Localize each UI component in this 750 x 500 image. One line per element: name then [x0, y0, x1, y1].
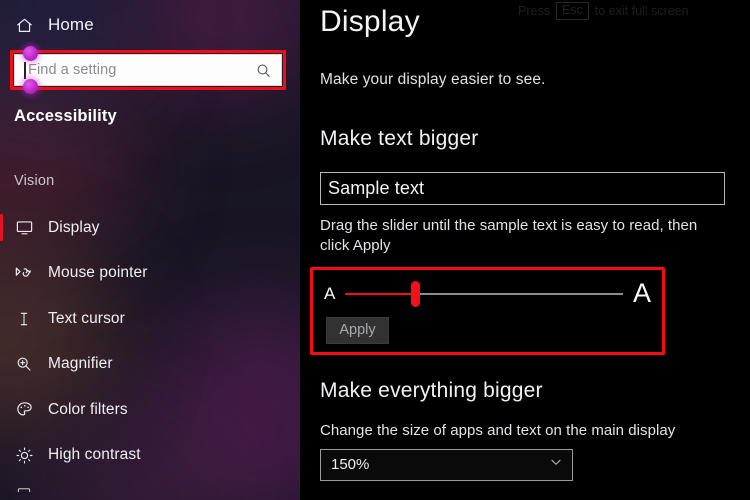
- sidebar-group-label: Vision: [14, 173, 55, 189]
- scale-dropdown-value: 150%: [331, 456, 370, 474]
- color-palette-icon: [14, 400, 34, 420]
- section-heading-make-everything-bigger: Make everything bigger: [320, 378, 543, 402]
- brightness-icon: [14, 445, 34, 465]
- apply-button[interactable]: Apply: [326, 316, 389, 344]
- sidebar-category-title: Accessibility: [14, 107, 117, 125]
- sidebar-item-magnifier-label: Magnifier: [48, 355, 113, 373]
- text-size-slider[interactable]: [345, 279, 623, 309]
- sidebar-item-display[interactable]: Display: [0, 205, 300, 251]
- sidebar-item-magnifier[interactable]: Magnifier: [0, 342, 300, 388]
- sidebar-item-home[interactable]: Home: [0, 9, 300, 41]
- text-size-slider-row[interactable]: A A: [324, 277, 651, 311]
- slider-hint-text: Drag the slider until the sample text is…: [320, 216, 698, 255]
- sample-text-preview: Sample text: [320, 171, 725, 205]
- search-placeholder: Find a setting: [28, 62, 117, 78]
- slider-thumb[interactable]: [410, 280, 420, 307]
- search-icon[interactable]: [253, 60, 273, 80]
- sidebar: Home Find a setting Accessibility Vision…: [0, 0, 300, 500]
- sidebar-item-mouse-pointer-label: Mouse pointer: [48, 264, 148, 282]
- selection-handle-start[interactable]: [23, 46, 38, 61]
- section-heading-make-text-bigger: Make text bigger: [320, 126, 479, 150]
- esc-banner-prefix: Press: [518, 3, 550, 18]
- slider-min-label: A: [324, 284, 336, 304]
- slider-max-label: A: [632, 278, 651, 309]
- sample-text-value: Sample text: [328, 177, 425, 198]
- exit-fullscreen-banner: Press Esc to exit full screen: [518, 2, 689, 20]
- text-size-slider-group: A A Apply: [310, 266, 665, 355]
- main-content: Press Esc to exit full screen Display Ma…: [300, 0, 750, 500]
- sidebar-item-text-cursor-label: Text cursor: [48, 309, 125, 327]
- search-field-wrapper[interactable]: Find a setting: [10, 46, 286, 94]
- sidebar-item-display-label: Display: [48, 218, 100, 236]
- mouse-pointer-icon: [14, 263, 34, 283]
- slider-track-fill: [345, 292, 415, 296]
- selection-handle-end[interactable]: [23, 79, 38, 94]
- sidebar-nav: Display Mouse pointer Text cursor Magnif…: [0, 205, 300, 492]
- page-subtitle: Make your display easier to see.: [320, 70, 546, 88]
- sidebar-item-color-filters-label: Color filters: [48, 400, 128, 418]
- monitor-icon: [14, 218, 34, 238]
- esc-key-badge: Esc: [555, 2, 589, 20]
- chevron-down-icon: [549, 455, 563, 474]
- search-input[interactable]: Find a setting: [14, 54, 282, 86]
- sidebar-item-color-filters[interactable]: Color filters: [0, 387, 300, 433]
- text-cursor-icon: [14, 309, 34, 329]
- sidebar-item-home-label: Home: [48, 15, 94, 34]
- magnifier-icon: [14, 354, 34, 374]
- sidebar-item-text-cursor[interactable]: Text cursor: [0, 296, 300, 342]
- text-caret: [24, 61, 26, 79]
- home-icon: [14, 15, 34, 35]
- sidebar-item-mouse-pointer[interactable]: Mouse pointer: [0, 251, 300, 297]
- scale-dropdown[interactable]: 150%: [320, 448, 573, 481]
- sidebar-item-high-contrast-label: High contrast: [48, 446, 141, 464]
- partial-icon: [14, 484, 34, 492]
- sidebar-item-high-contrast[interactable]: High contrast: [0, 433, 300, 479]
- sidebar-item-partial[interactable]: [0, 478, 300, 492]
- scale-description: Change the size of apps and text on the …: [320, 421, 676, 439]
- esc-banner-suffix: to exit full screen: [594, 3, 689, 18]
- settings-window: Home Find a setting Accessibility Vision…: [0, 0, 750, 500]
